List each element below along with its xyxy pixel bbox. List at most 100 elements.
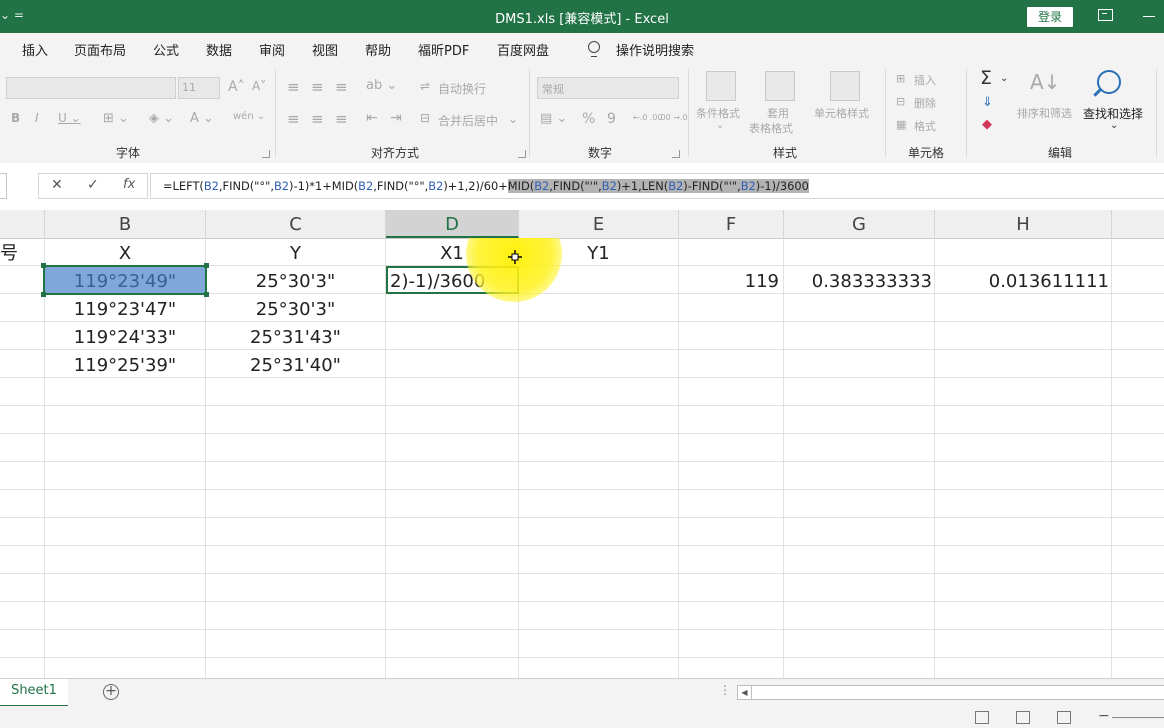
format-cells-button[interactable]: 格式: [914, 118, 936, 134]
decrease-decimal-button[interactable]: .00 →.0: [658, 113, 688, 122]
ribbon-display-options-icon[interactable]: [1098, 9, 1113, 21]
cell-a1[interactable]: 号: [0, 238, 18, 266]
cell-b5[interactable]: 119°25'39": [45, 350, 205, 378]
delete-cells-icon[interactable]: ⊟: [896, 95, 905, 108]
clear-eraser-icon[interactable]: ◆: [982, 117, 992, 132]
column-header-c[interactable]: C: [206, 210, 386, 238]
magnifier-icon[interactable]: [1097, 70, 1121, 94]
login-button[interactable]: 登录: [1027, 7, 1073, 27]
format-as-table-icon[interactable]: [765, 71, 795, 101]
cell-f2[interactable]: 119: [679, 266, 779, 294]
name-box[interactable]: [0, 173, 7, 199]
autosum-icon[interactable]: Σ: [980, 67, 992, 89]
format-cells-icon[interactable]: ▦: [896, 118, 906, 131]
cell-c3[interactable]: 25°30'3": [206, 294, 385, 322]
delete-cells-button[interactable]: 删除: [914, 95, 936, 111]
wrap-text-button[interactable]: 自动换行: [438, 80, 486, 97]
top-align-icon[interactable]: ≡: [287, 78, 300, 96]
cancel-icon[interactable]: ✕: [51, 177, 63, 193]
column-header-h[interactable]: H: [935, 210, 1112, 238]
bold-icon[interactable]: B: [11, 111, 20, 125]
middle-align-icon[interactable]: ≡: [311, 78, 324, 96]
merge-center-button[interactable]: 合并后居中: [438, 112, 498, 129]
sort-filter-icon[interactable]: A↓: [1030, 70, 1060, 94]
tab-split-handle-icon[interactable]: ⋮: [719, 683, 731, 697]
number-format-select[interactable]: 常规: [537, 77, 679, 99]
sort-filter-button[interactable]: 排序和筛选: [1017, 105, 1072, 121]
cell-g2[interactable]: 0.383333333: [784, 266, 932, 294]
tab-foxit-pdf[interactable]: 福昕PDF: [418, 40, 469, 59]
underline-icon[interactable]: U ⌄: [58, 111, 81, 125]
cell-b2[interactable]: 119°23'49": [45, 266, 205, 294]
phonetic-icon[interactable]: wén ⌄: [233, 111, 265, 122]
align-left-icon[interactable]: ≡: [287, 110, 300, 128]
format-as-table-label-1[interactable]: 套用: [767, 105, 789, 121]
align-right-icon[interactable]: ≡: [335, 110, 348, 128]
page-break-view-icon[interactable]: [1057, 711, 1071, 724]
sheet-tab-sheet1[interactable]: Sheet1: [0, 679, 68, 708]
comma-button[interactable]: 9: [607, 111, 616, 127]
zoom-out-icon[interactable]: −: [1098, 708, 1110, 724]
font-color-icon[interactable]: A ⌄: [190, 111, 214, 126]
currency-icon[interactable]: ▤ ⌄: [540, 111, 567, 126]
cell-b3[interactable]: 119°23'47": [45, 294, 205, 322]
tab-baidu-netdisk[interactable]: 百度网盘: [497, 40, 549, 59]
autosum-dropdown-icon[interactable]: ⌄: [1000, 73, 1008, 84]
conditional-format-icon[interactable]: [706, 71, 736, 101]
fill-down-icon[interactable]: ⇓: [982, 95, 993, 110]
italic-icon[interactable]: I: [35, 111, 39, 125]
column-header-a[interactable]: [0, 210, 45, 238]
borders-icon[interactable]: ⊞ ⌄: [103, 111, 129, 126]
decrease-indent-icon[interactable]: ⇤: [366, 110, 378, 126]
fill-color-icon[interactable]: ◈ ⌄: [149, 111, 174, 126]
column-header-g[interactable]: G: [784, 210, 935, 238]
increase-font-icon[interactable]: A˄: [228, 79, 245, 95]
conditional-format-button[interactable]: 条件格式: [696, 105, 740, 121]
cell-styles-icon[interactable]: [830, 71, 860, 101]
bottom-align-icon[interactable]: ≡: [335, 78, 348, 96]
enter-icon[interactable]: ✓: [87, 177, 99, 193]
font-dialog-launcher-icon[interactable]: [262, 150, 270, 158]
decrease-font-icon[interactable]: A˅: [252, 79, 266, 93]
cell-c5[interactable]: 25°31'40": [206, 350, 385, 378]
tell-me-search[interactable]: 操作说明搜索: [616, 40, 694, 59]
column-header-b[interactable]: B: [45, 210, 206, 238]
normal-view-icon[interactable]: [975, 711, 989, 724]
percent-button[interactable]: %: [582, 111, 595, 127]
column-header-f[interactable]: F: [679, 210, 784, 238]
tab-view[interactable]: 视图: [312, 40, 338, 59]
insert-cells-icon[interactable]: ⊞: [896, 72, 905, 85]
cell-b4[interactable]: 119°24'33": [45, 322, 205, 350]
font-name-select[interactable]: [6, 77, 176, 99]
cell-styles-button[interactable]: 单元格样式: [814, 105, 869, 121]
merge-center-icon[interactable]: ⊟: [420, 111, 430, 125]
scroll-left-icon[interactable]: ◀: [738, 686, 752, 699]
worksheet-grid[interactable]: 号 X Y X1 Y1 119°23'49" 25°30'3" 2)-1)/36…: [0, 238, 1164, 678]
alignment-dialog-launcher-icon[interactable]: [518, 150, 526, 158]
zoom-slider[interactable]: [1112, 717, 1164, 718]
column-header-e[interactable]: E: [519, 210, 679, 238]
tab-review[interactable]: 审阅: [259, 40, 285, 59]
font-size-select[interactable]: 11: [178, 77, 220, 99]
minimize-icon[interactable]: [1143, 16, 1155, 17]
number-dialog-launcher-icon[interactable]: [672, 150, 680, 158]
increase-indent-icon[interactable]: ⇥: [390, 110, 402, 126]
cell-c1[interactable]: Y: [206, 238, 385, 266]
tab-insert[interactable]: 插入: [22, 40, 48, 59]
cell-h2[interactable]: 0.013611111: [935, 266, 1109, 294]
cell-c4[interactable]: 25°31'43": [206, 322, 385, 350]
add-sheet-icon[interactable]: +: [103, 684, 119, 700]
wrap-text-icon[interactable]: ⇌: [420, 79, 430, 93]
tab-data[interactable]: 数据: [206, 40, 232, 59]
orientation-icon[interactable]: ab ⌄: [366, 78, 397, 93]
formula-input[interactable]: =LEFT(B2,FIND("°",B2)-1)*1+MID(B2,FIND("…: [150, 173, 1164, 199]
cell-c2[interactable]: 25°30'3": [206, 266, 385, 294]
page-layout-view-icon[interactable]: [1016, 711, 1030, 724]
align-center-icon[interactable]: ≡: [311, 110, 324, 128]
tab-help[interactable]: 帮助: [365, 40, 391, 59]
column-header-d[interactable]: D: [386, 210, 519, 238]
tab-formulas[interactable]: 公式: [153, 40, 179, 59]
merge-dropdown-icon[interactable]: ⌄: [508, 112, 518, 126]
tab-page-layout[interactable]: 页面布局: [74, 40, 126, 59]
format-as-table-label-2[interactable]: 表格格式: [749, 120, 793, 136]
